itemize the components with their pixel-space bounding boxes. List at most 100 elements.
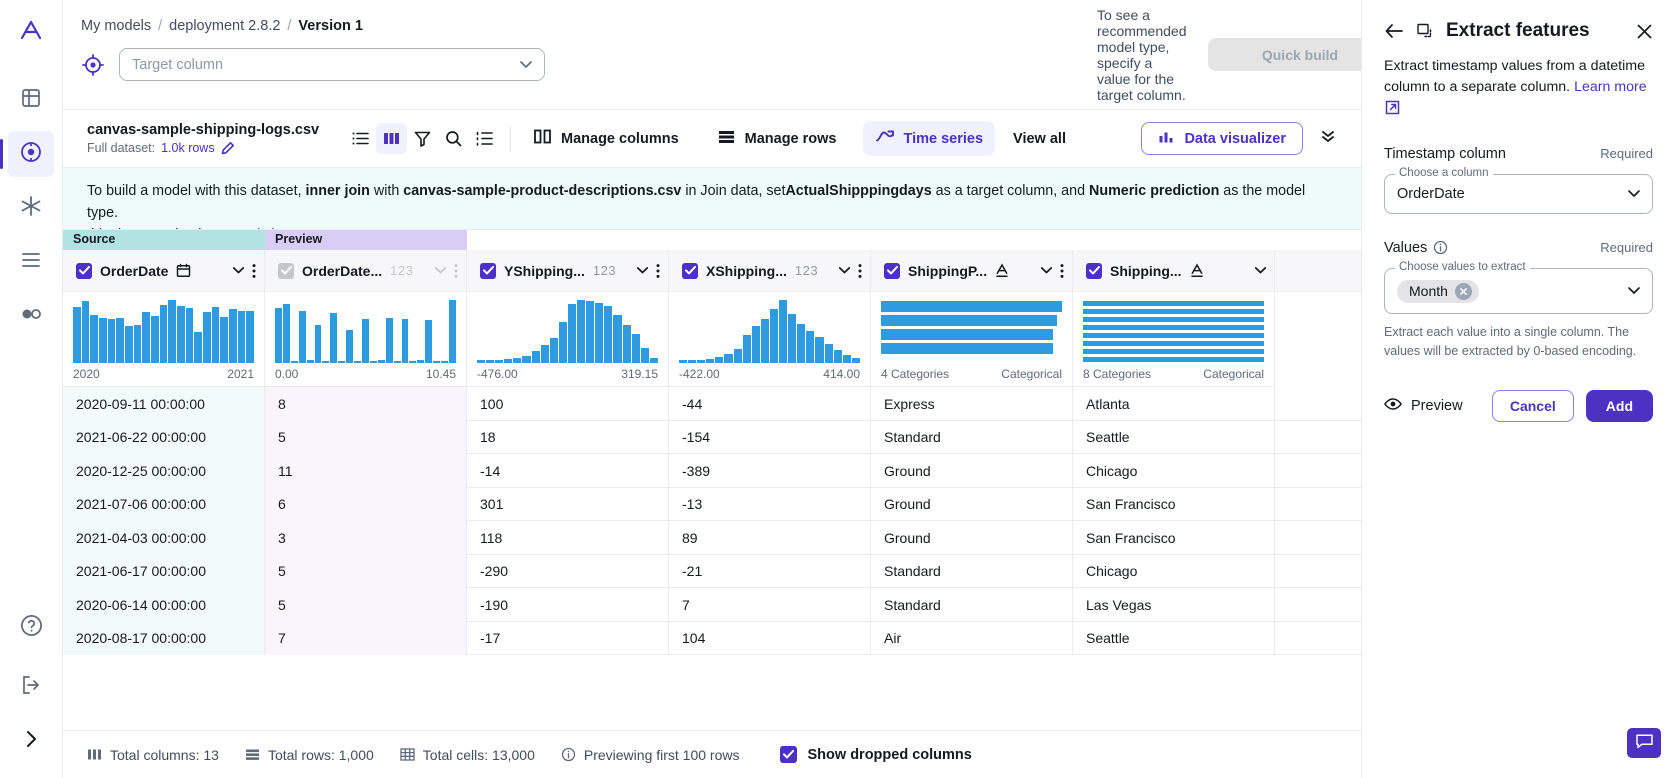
- table-cell[interactable]: -21: [669, 555, 871, 589]
- table-cell[interactable]: -290: [467, 555, 669, 589]
- table-cell[interactable]: Chicago: [1073, 454, 1275, 488]
- target-column-select[interactable]: Target column: [119, 48, 545, 81]
- preview-button[interactable]: Preview: [1384, 397, 1463, 415]
- table-cell[interactable]: 2020-06-14 00:00:00: [63, 588, 265, 622]
- table-cell[interactable]: 6: [265, 488, 467, 522]
- table-cell[interactable]: Ground: [871, 521, 1073, 555]
- table-row[interactable]: 2021-07-06 00:00:006301-13GroundSan Fran…: [63, 488, 1361, 522]
- column-menu-icon[interactable]: [454, 263, 458, 279]
- column-view-icon[interactable]: [376, 123, 407, 154]
- text-a-icon[interactable]: [995, 263, 1009, 278]
- column-checkbox[interactable]: [480, 263, 496, 279]
- dataset-rows-link[interactable]: 1.0k rows: [161, 141, 215, 155]
- column-header-xshipping[interactable]: XShipping... 123: [669, 250, 871, 291]
- table-cell[interactable]: 2021-07-06 00:00:00: [63, 488, 265, 522]
- table-row[interactable]: 2020-09-11 00:00:008100-44ExpressAtlanta: [63, 387, 1361, 421]
- learn-more-link[interactable]: Learn more: [1574, 79, 1647, 95]
- table-cell[interactable]: Ground: [871, 454, 1073, 488]
- table-cell[interactable]: Atlanta: [1073, 387, 1275, 421]
- sidebar-item-models[interactable]: [8, 131, 54, 177]
- table-cell[interactable]: Standard: [871, 588, 1073, 622]
- sidebar-item-jobs[interactable]: [8, 239, 54, 285]
- table-cell[interactable]: Standard: [871, 555, 1073, 589]
- table-row[interactable]: 2021-06-17 00:00:005-290-21StandardChica…: [63, 555, 1361, 589]
- values-multiselect[interactable]: Choose values to extract Month: [1384, 268, 1653, 314]
- show-dropped-checkbox[interactable]: [780, 746, 797, 763]
- breadcrumb-item-my-models[interactable]: My models: [81, 18, 151, 34]
- table-cell[interactable]: -13: [669, 488, 871, 522]
- table-cell[interactable]: 8: [265, 387, 467, 421]
- text-a-icon[interactable]: [1190, 263, 1204, 278]
- column-checkbox[interactable]: [682, 263, 698, 279]
- sidebar-item-help[interactable]: [8, 610, 54, 656]
- sidebar-item-datasets[interactable]: [8, 185, 54, 231]
- table-cell[interactable]: 11: [265, 454, 467, 488]
- column-checkbox[interactable]: [278, 263, 294, 279]
- table-row[interactable]: 2020-12-25 00:00:0011-14-389GroundChicag…: [63, 454, 1361, 488]
- table-row[interactable]: 2021-06-22 00:00:00518-154StandardSeattl…: [63, 421, 1361, 455]
- table-cell[interactable]: Air: [871, 622, 1073, 656]
- table-cell[interactable]: 2020-09-11 00:00:00: [63, 387, 265, 421]
- column-type-dropdown[interactable]: [233, 267, 244, 274]
- table-cell[interactable]: San Francisco: [1073, 521, 1275, 555]
- table-cell[interactable]: 301: [467, 488, 669, 522]
- column-checkbox[interactable]: [76, 263, 92, 279]
- table-cell[interactable]: Express: [871, 387, 1073, 421]
- table-cell[interactable]: Ground: [871, 488, 1073, 522]
- list-view-icon[interactable]: [345, 123, 376, 154]
- manage-columns-button[interactable]: Manage columns: [521, 121, 691, 156]
- table-cell[interactable]: 104: [669, 622, 871, 656]
- column-menu-icon[interactable]: [656, 263, 660, 279]
- data-table[interactable]: Source Preview OrderDate: [63, 230, 1361, 730]
- table-cell[interactable]: -190: [467, 588, 669, 622]
- table-cell[interactable]: -154: [669, 421, 871, 455]
- column-header-shippingpriority[interactable]: ShippingP...: [871, 250, 1073, 291]
- table-row[interactable]: 2021-04-03 00:00:00311889GroundSan Franc…: [63, 521, 1361, 555]
- table-cell[interactable]: 3: [265, 521, 467, 555]
- time-series-button[interactable]: Time series: [863, 121, 996, 156]
- column-type-dropdown[interactable]: [1255, 267, 1266, 274]
- close-icon[interactable]: [1636, 23, 1653, 40]
- column-type-dropdown[interactable]: [435, 267, 446, 274]
- column-type-dropdown[interactable]: [637, 267, 648, 274]
- table-cell[interactable]: -44: [669, 387, 871, 421]
- table-cell[interactable]: 18: [467, 421, 669, 455]
- show-dropped-columns-toggle[interactable]: Show dropped columns: [780, 746, 972, 763]
- view-all-button[interactable]: View all: [1001, 125, 1078, 153]
- add-button[interactable]: Add: [1586, 390, 1653, 422]
- column-header-yshipping[interactable]: YShipping... 123: [467, 250, 669, 291]
- table-cell[interactable]: 5: [265, 555, 467, 589]
- table-cell[interactable]: Chicago: [1073, 555, 1275, 589]
- back-arrow-icon[interactable]: [1384, 22, 1404, 40]
- table-cell[interactable]: Standard: [871, 421, 1073, 455]
- breadcrumb-item-deployment[interactable]: deployment 2.8.2: [169, 18, 280, 34]
- table-cell[interactable]: Seattle: [1073, 421, 1275, 455]
- remove-token-icon[interactable]: [1455, 283, 1472, 300]
- table-cell[interactable]: 7: [265, 622, 467, 656]
- data-visualizer-button[interactable]: Data visualizer: [1141, 122, 1303, 155]
- timestamp-column-select[interactable]: Choose a column OrderDate: [1384, 174, 1653, 214]
- table-cell[interactable]: 5: [265, 421, 467, 455]
- sidebar-item-home[interactable]: [8, 77, 54, 123]
- collapse-panel-button[interactable]: [1311, 122, 1345, 156]
- sidebar-item-logout[interactable]: [8, 664, 54, 710]
- table-cell[interactable]: -14: [467, 454, 669, 488]
- sidebar-item-ready-models[interactable]: [8, 293, 54, 339]
- cancel-button[interactable]: Cancel: [1492, 390, 1574, 422]
- column-header-orderdate-preview[interactable]: OrderDate... 123: [265, 250, 467, 291]
- table-cell[interactable]: -389: [669, 454, 871, 488]
- info-circle-icon[interactable]: [1433, 240, 1448, 255]
- table-cell[interactable]: 2021-06-17 00:00:00: [63, 555, 265, 589]
- column-menu-icon[interactable]: [858, 263, 862, 279]
- table-cell[interactable]: 89: [669, 521, 871, 555]
- table-cell[interactable]: 2021-04-03 00:00:00: [63, 521, 265, 555]
- column-header-shippingorigin[interactable]: Shipping...: [1073, 250, 1275, 291]
- column-type-dropdown[interactable]: [1041, 267, 1052, 274]
- external-link-icon[interactable]: [1385, 100, 1400, 115]
- edit-pencil-icon[interactable]: [221, 141, 235, 155]
- table-row[interactable]: 2020-08-17 00:00:007-17104AirSeattle: [63, 622, 1361, 656]
- manage-rows-button[interactable]: Manage rows: [705, 121, 849, 156]
- column-header-orderdate[interactable]: OrderDate: [63, 250, 265, 291]
- value-token-month[interactable]: Month: [1397, 280, 1479, 303]
- column-checkbox[interactable]: [884, 263, 900, 279]
